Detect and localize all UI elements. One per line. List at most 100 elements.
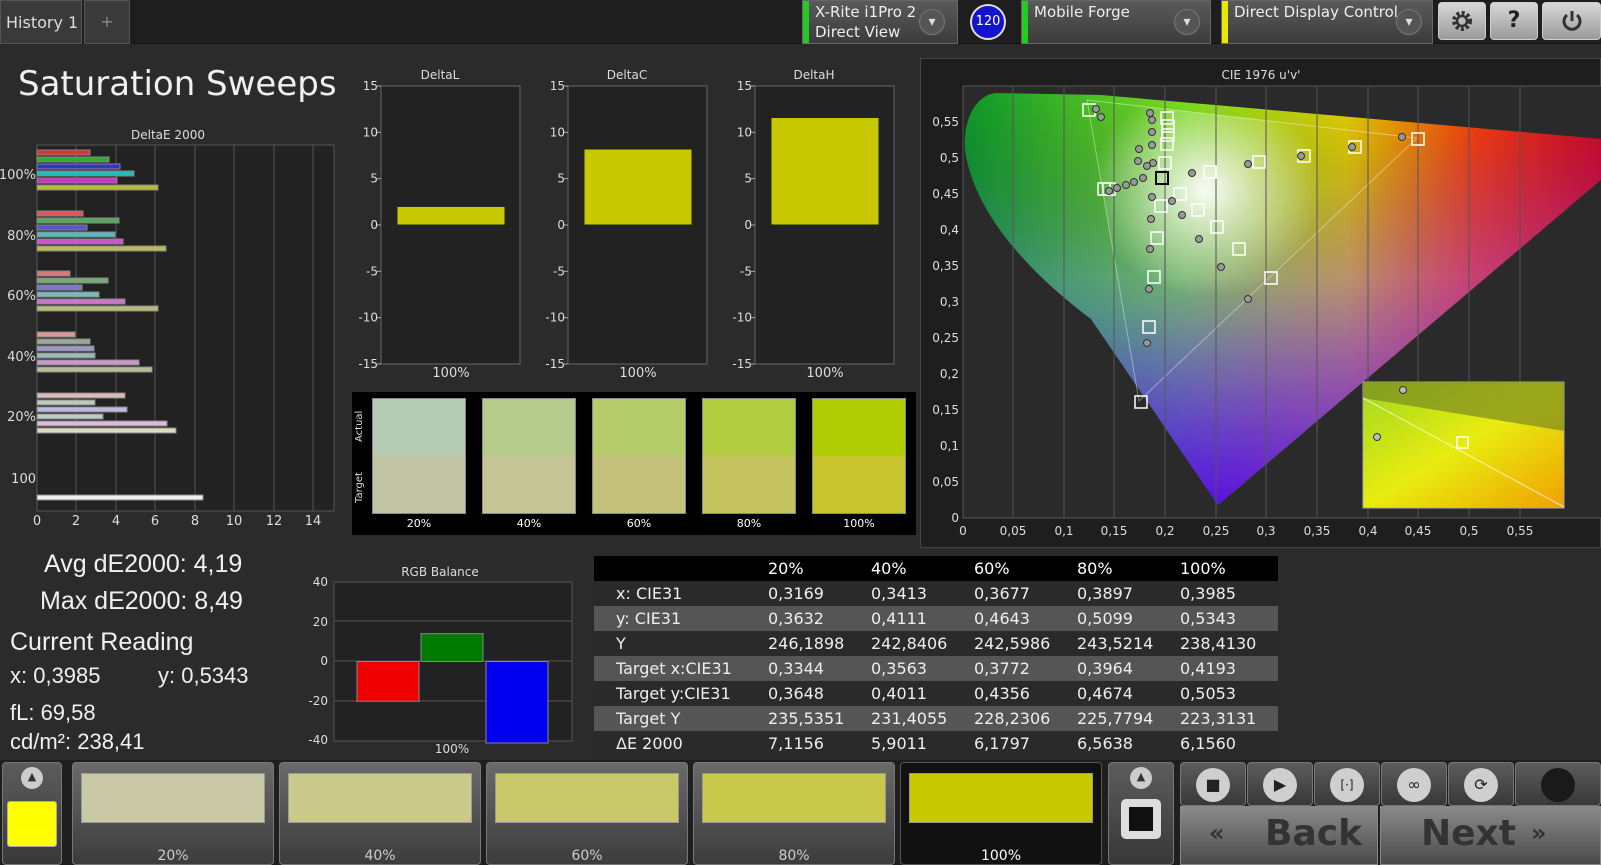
table-cell: 0,4193 [1180, 659, 1236, 678]
refresh-rate-badge[interactable]: 120 [970, 4, 1006, 40]
target-label: Target [354, 472, 365, 504]
patch-80-button[interactable]: 80% [693, 762, 895, 865]
swatch-40 [482, 398, 576, 514]
blue-balance-bar [485, 661, 549, 744]
table-cell: 235,5351 [768, 709, 845, 728]
y-tick: 0 [320, 654, 328, 668]
x-tick: 8 [191, 514, 199, 529]
measured-point [1145, 285, 1153, 293]
bar-20-yellow [36, 427, 177, 434]
y-tick: 0,55 [932, 115, 959, 129]
bar-20-cyan [36, 413, 104, 420]
table-header: 80% [1077, 559, 1113, 578]
patch-label: 60% [571, 848, 603, 864]
measured-point [1244, 160, 1252, 168]
current-color-panel[interactable]: ▲ [2, 762, 62, 865]
delta-e-x-ticks: 0 2 4 6 8 10 12 14 [33, 514, 321, 529]
table-cell: 0,5099 [1077, 609, 1133, 628]
chevron-up-icon: ▲ [21, 767, 43, 789]
cie-x-ticks: 0 0,05 0,1 0,15 0,2 0,25 0,3 0,35 0,4 0,… [959, 524, 1533, 538]
delta-lch-charts: DeltaL 15 10 5 0 -5 -10 -15 100% DeltaC 15 10 5 0 -5 -1… [358, 68, 895, 381]
y-tick: -10 [545, 311, 565, 325]
table-cell: 0,3677 [974, 584, 1030, 603]
table-cell: 246,1898 [768, 634, 845, 653]
back-button[interactable]: « Back [1180, 806, 1378, 865]
back-label: Back [1265, 813, 1363, 854]
delta-x-label: 100% [806, 366, 843, 381]
table-cell: 6,1560 [1180, 734, 1236, 753]
measured-point [1178, 211, 1186, 219]
settings-button[interactable] [1438, 2, 1486, 40]
green-balance-bar [420, 633, 484, 663]
bar-80-yellow [36, 245, 167, 252]
table-row: ΔE 2000 7,1156 5,9011 6,1797 6,5638 6,1560 [594, 731, 1278, 756]
y-tick: -40 [308, 733, 328, 747]
play-icon: ▶ [1263, 768, 1297, 802]
table-header: 100% [1180, 559, 1226, 578]
row-label: Target Y [616, 709, 681, 728]
y-tick: 10 [363, 125, 378, 139]
current-x: x: 0,3985 [10, 663, 101, 688]
bar-100-magenta [36, 177, 118, 184]
table-cell: 0,4356 [974, 684, 1030, 703]
display-control-dropdown[interactable]: Direct Display Control ▾ [1221, 0, 1433, 44]
record-button[interactable] [1515, 762, 1601, 806]
read-continuous-button[interactable]: [·] [1314, 762, 1380, 806]
meter-dropdown[interactable]: X-Rite i1Pro 2 Direct View ▾ [802, 0, 958, 44]
rgb-y-ticks: 40 20 0 -20 -40 [308, 575, 328, 747]
cie-diagram: CIE 1976 u'v' 0 0,05 0,1 0,15 0,2 0,25 0… [932, 68, 1601, 538]
help-button[interactable]: ? [1490, 2, 1538, 40]
badge-value: 120 [975, 14, 1001, 29]
rgb-balance-chart: RGB Balance 40 20 0 -20 -40 100% [308, 565, 573, 756]
tab-history-1[interactable]: History 1 [0, 0, 82, 44]
table-cell: 7,1156 [768, 734, 824, 753]
add-tab-button[interactable]: + [84, 0, 130, 44]
bar-20-green [36, 399, 96, 406]
power-button[interactable] [1542, 2, 1601, 40]
y-tick: 40 [313, 575, 328, 589]
table-cell: 0,3632 [768, 609, 824, 628]
measured-point [1097, 113, 1105, 121]
x-tick: 0,05 [1000, 524, 1027, 538]
x-tick: 0 [33, 514, 41, 529]
delta-chart-title: DeltaL [421, 68, 460, 82]
bar-60-red [36, 270, 71, 277]
y-tick: 5 [370, 172, 378, 186]
patch-60-button[interactable]: 60% [486, 762, 688, 865]
bar-20-magenta [36, 420, 168, 427]
stop-button[interactable]: ■ [1180, 762, 1246, 806]
table-header: 20% [768, 559, 804, 578]
x-tick: 0,15 [1101, 524, 1128, 538]
table-cell: 0,3648 [768, 684, 824, 703]
window-pattern-icon [1121, 799, 1161, 839]
bar-40-cyan [36, 352, 96, 359]
stop-icon: ■ [1196, 768, 1230, 802]
y-tick: -5 [366, 264, 378, 278]
table-cell: 6,5638 [1077, 734, 1133, 753]
measured-point [1135, 145, 1143, 153]
row-label: Target x:CIE31 [616, 659, 732, 678]
play-button[interactable]: ▶ [1247, 762, 1313, 806]
measured-point [1143, 339, 1151, 347]
delta-e-y-labels: 100% 80% 60% 40% 20% 100 [0, 168, 36, 487]
y-tick: 0,25 [932, 331, 959, 345]
table-row: Target Y 235,5351 231,4055 228,2306 225,7794… [594, 706, 1278, 731]
patch-label: 40% [364, 848, 396, 864]
y-tick: 0,45 [932, 187, 959, 201]
next-button[interactable]: Next » [1380, 806, 1601, 865]
loop-button[interactable]: ∞ [1381, 762, 1447, 806]
y-tick: 15 [737, 79, 752, 93]
patch-100-button[interactable]: 100% [900, 762, 1102, 865]
table-cell: 0,3964 [1077, 659, 1133, 678]
current-y: y: 0,5343 [158, 663, 249, 688]
patch-40-button[interactable]: 40% [279, 762, 481, 865]
y-tick: -20 [308, 694, 328, 708]
workflow-dropdown[interactable]: Mobile Forge ▾ [1021, 0, 1211, 44]
page-title: Saturation Sweeps [18, 64, 337, 104]
patch-20-button[interactable]: 20% [72, 762, 274, 865]
measured-point [1092, 105, 1100, 113]
x-tick: 0 [959, 524, 967, 538]
refresh-button[interactable]: ⟳ [1448, 762, 1514, 806]
pattern-panel[interactable]: ▲ [1108, 762, 1174, 865]
table-header [594, 556, 764, 581]
